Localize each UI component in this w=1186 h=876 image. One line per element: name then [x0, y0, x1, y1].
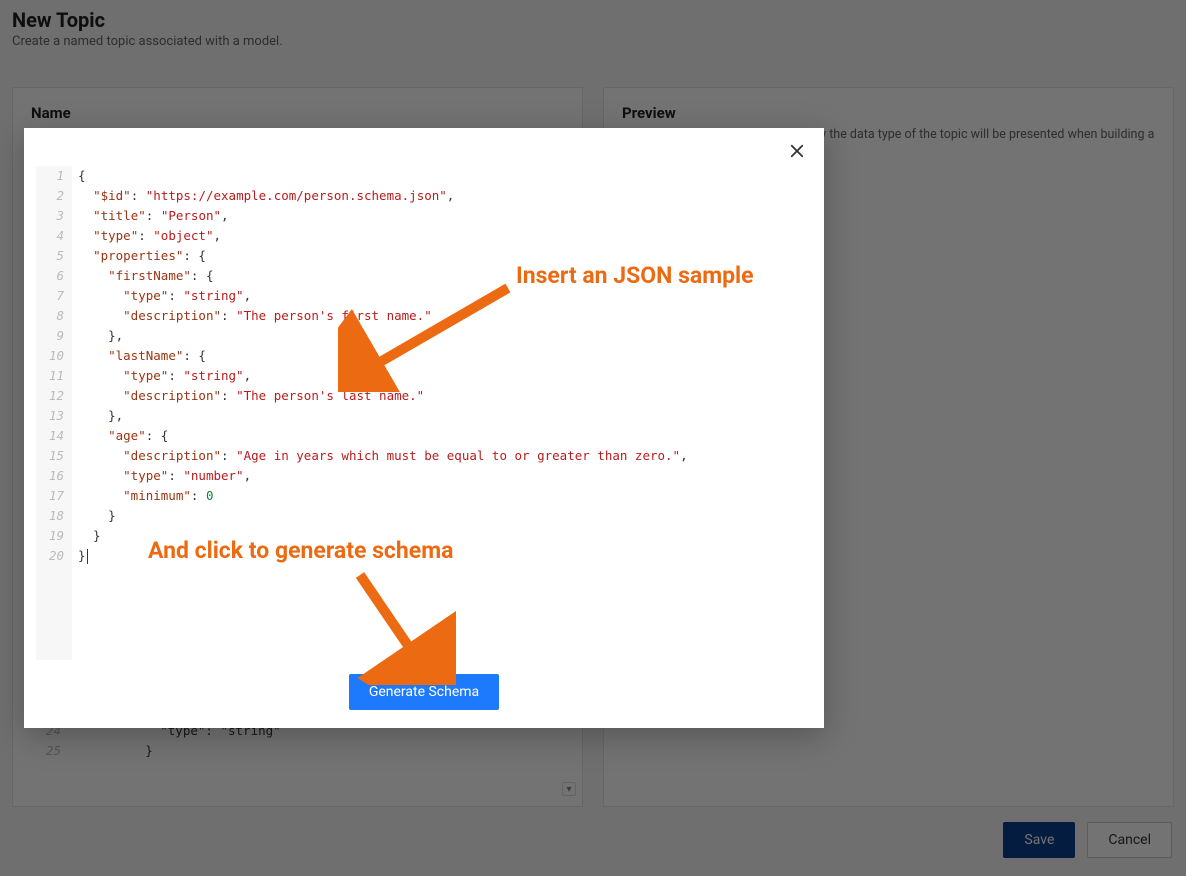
- code-row: 4 "type": "object",: [36, 226, 812, 246]
- arrow-icon: [338, 282, 518, 392]
- line-number: 10: [36, 346, 72, 366]
- code-text: {: [72, 166, 86, 186]
- code-text: "title": "Person",: [72, 206, 229, 226]
- code-row: 2 "$id": "https://example.com/person.sch…: [36, 186, 812, 206]
- line-number: 8: [36, 306, 72, 326]
- line-number: 6: [36, 266, 72, 286]
- code-row: 3 "title": "Person",: [36, 206, 812, 226]
- line-number: 3: [36, 206, 72, 226]
- line-number: 1: [36, 166, 72, 186]
- line-number: 17: [36, 486, 72, 506]
- line-number: 12: [36, 386, 72, 406]
- code-text: "firstName": {: [72, 266, 213, 286]
- line-number: 18: [36, 506, 72, 526]
- code-row: 14 "age": {: [36, 426, 812, 446]
- code-text: }: [72, 506, 116, 526]
- close-button[interactable]: [786, 142, 808, 164]
- code-row: 15 "description": "Age in years which mu…: [36, 446, 812, 466]
- line-number: 2: [36, 186, 72, 206]
- code-text: "type": "string",: [72, 366, 251, 386]
- code-text: "type": "number",: [72, 466, 251, 486]
- code-text: "lastName": {: [72, 346, 206, 366]
- line-number: 13: [36, 406, 72, 426]
- line-number: 11: [36, 366, 72, 386]
- code-text: "type": "string",: [72, 286, 251, 306]
- line-number: 9: [36, 326, 72, 346]
- annotation-click-generate: And click to generate schema: [148, 537, 453, 564]
- line-number: 14: [36, 426, 72, 446]
- code-text: "type": "object",: [72, 226, 221, 246]
- line-number: 5: [36, 246, 72, 266]
- code-text: }: [72, 546, 88, 566]
- line-number: 15: [36, 446, 72, 466]
- code-row: 13 },: [36, 406, 812, 426]
- code-text: "properties": {: [72, 246, 206, 266]
- code-row: 17 "minimum": 0: [36, 486, 812, 506]
- code-text: "age": {: [72, 426, 168, 446]
- code-text: "minimum": 0: [72, 486, 213, 506]
- line-number: 4: [36, 226, 72, 246]
- line-number: 19: [36, 526, 72, 546]
- arrow-icon: [346, 565, 456, 685]
- code-text: }: [72, 526, 101, 546]
- line-number: 7: [36, 286, 72, 306]
- line-number: 16: [36, 466, 72, 486]
- code-row: 16 "type": "number",: [36, 466, 812, 486]
- code-text: },: [72, 406, 123, 426]
- code-row: 1{: [36, 166, 812, 186]
- close-icon: [788, 142, 806, 164]
- line-number: 20: [36, 546, 72, 566]
- code-text: "description": "Age in years which must …: [72, 446, 688, 466]
- code-text: "$id": "https://example.com/person.schem…: [72, 186, 454, 206]
- text-caret: [87, 549, 88, 564]
- code-text: },: [72, 326, 123, 346]
- annotation-insert-json: Insert an JSON sample: [516, 262, 754, 289]
- code-row: 18 }: [36, 506, 812, 526]
